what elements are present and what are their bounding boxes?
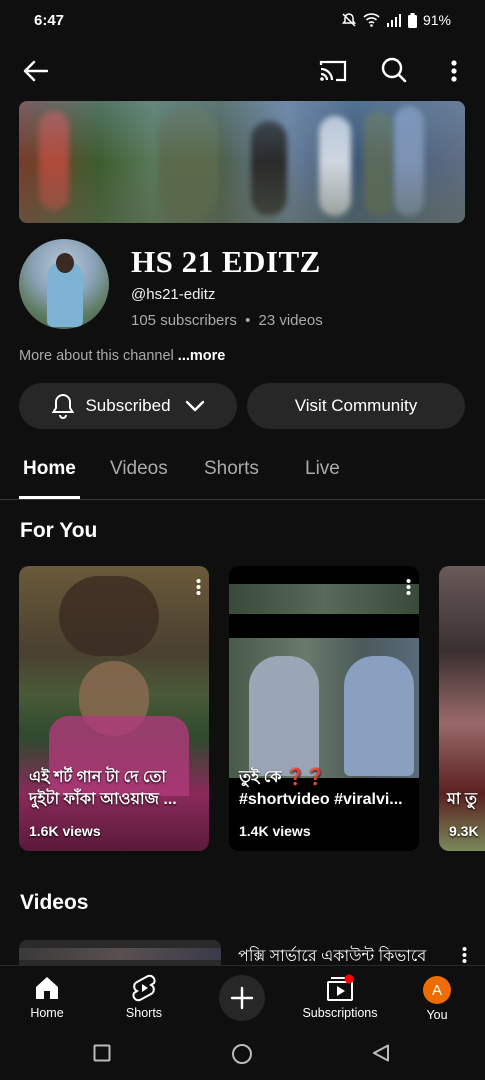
home-circle-icon[interactable] — [231, 1043, 253, 1065]
short-caption: এই শর্ট গান টা দে তো দুইটা ফাঁকা আওয়াজ … — [29, 769, 177, 808]
short-caption: তুই কে ❓❓ #shortvideo #viralvi... — [239, 769, 403, 808]
channel-stats: 105 subscribers • 23 videos — [131, 312, 323, 329]
more-vert-icon[interactable] — [462, 946, 467, 964]
videos-heading: Videos — [20, 891, 89, 914]
cast-icon — [319, 60, 347, 82]
nav-you[interactable]: A You — [392, 966, 482, 1028]
nav-subscriptions[interactable]: Subscriptions — [295, 966, 385, 1028]
short-views: 9.3K — [449, 823, 479, 839]
battery-percent: 91% — [422, 12, 451, 28]
search-icon — [381, 57, 407, 83]
nav-home[interactable]: Home — [2, 966, 92, 1028]
channel-name: HS 21 EDITZ — [131, 244, 321, 279]
more-link[interactable]: ...more — [178, 348, 226, 364]
short-card[interactable]: এই শর্ট গান টা দে তো দুইটা ফাঁকা আওয়াজ … — [19, 566, 209, 851]
bell-icon — [52, 393, 75, 419]
channel-handle: @hs21-editz — [131, 286, 216, 303]
subscribed-label: Subscribed — [85, 396, 171, 415]
system-navigation-bar — [0, 1027, 485, 1080]
tab-shorts[interactable]: Shorts — [204, 458, 259, 480]
create-button[interactable] — [219, 975, 265, 1021]
for-you-heading: For You — [20, 519, 98, 542]
channel-avatar[interactable] — [19, 239, 109, 329]
shorts-icon — [132, 974, 156, 1002]
more-vert-icon[interactable] — [196, 578, 201, 596]
short-card[interactable]: তুই কে ❓❓ #shortvideo #viralvi... 1.4K v… — [229, 566, 419, 851]
channel-banner — [19, 101, 465, 223]
short-views: 1.6K views — [29, 823, 101, 839]
plus-icon — [230, 986, 254, 1010]
home-icon — [36, 977, 58, 999]
signal-icon — [386, 14, 401, 27]
more-vert-icon[interactable] — [406, 578, 411, 596]
nav-you-label: You — [426, 1008, 448, 1022]
chevron-down-icon — [185, 400, 204, 412]
status-icons: 91% — [341, 12, 451, 28]
nav-shorts[interactable]: Shorts — [99, 966, 189, 1028]
channel-description[interactable]: More about this channel ...more — [19, 348, 225, 364]
tab-videos[interactable]: Videos — [110, 458, 168, 480]
video-count: 23 videos — [258, 312, 323, 329]
subscriptions-icon — [327, 974, 354, 1001]
search-button[interactable] — [377, 53, 411, 87]
visit-community-button[interactable]: Visit Community — [247, 383, 465, 429]
tab-live[interactable]: Live — [305, 458, 340, 480]
more-about-text: More about this channel — [19, 348, 174, 364]
dnd-icon — [341, 13, 356, 27]
short-caption: মা তু — [447, 791, 477, 808]
status-time: 6:47 — [34, 12, 65, 29]
stats-separator: • — [245, 312, 251, 329]
more-options-button[interactable] — [440, 54, 468, 88]
you-avatar: A — [423, 976, 451, 1004]
status-bar: 6:47 91% — [0, 0, 485, 40]
wifi-icon — [363, 13, 380, 27]
tab-home[interactable]: Home — [23, 458, 76, 480]
back-triangle-icon[interactable] — [372, 1044, 390, 1062]
recents-icon[interactable] — [93, 1044, 111, 1062]
arrow-left-icon — [23, 60, 48, 82]
nav-home-label: Home — [30, 1006, 64, 1020]
cast-button[interactable] — [316, 54, 350, 88]
nav-shorts-label: Shorts — [125, 1006, 163, 1020]
visit-community-label: Visit Community — [294, 396, 418, 415]
subscriber-count: 105 subscribers — [131, 312, 237, 329]
nav-subscriptions-label: Subscriptions — [302, 1006, 378, 1020]
battery-icon — [407, 12, 417, 28]
short-card[interactable]: মা তু 9.3K — [439, 566, 485, 851]
more-vert-icon — [451, 60, 457, 82]
tab-divider — [0, 499, 485, 500]
short-views: 1.4K views — [239, 823, 311, 839]
subscribed-button[interactable]: Subscribed — [19, 383, 237, 429]
back-button[interactable] — [18, 54, 52, 88]
active-tab-indicator — [19, 496, 80, 499]
